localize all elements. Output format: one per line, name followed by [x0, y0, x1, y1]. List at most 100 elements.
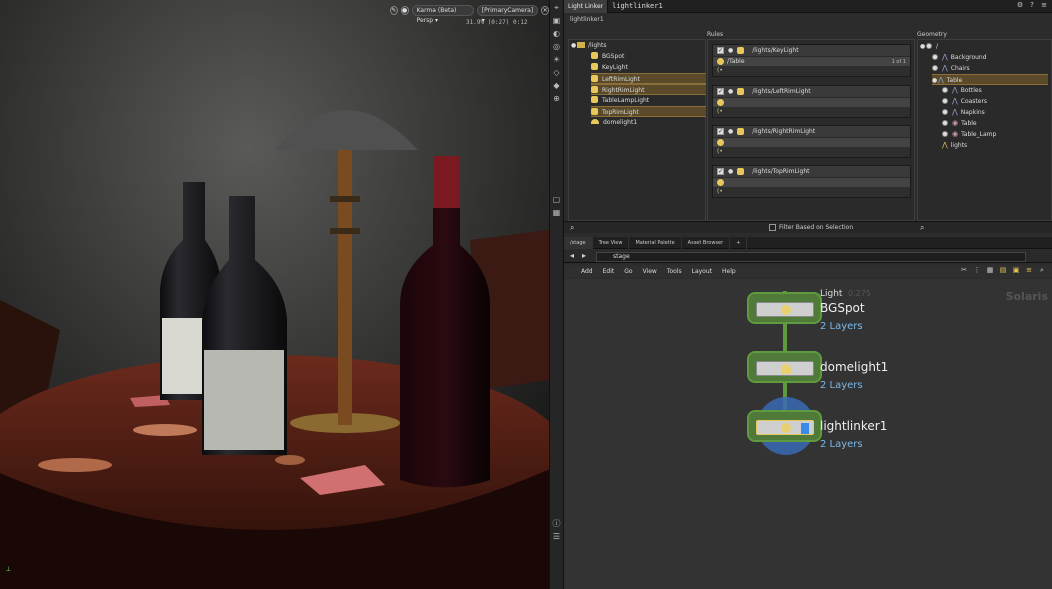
geo-root[interactable]: ● /	[920, 41, 938, 52]
light-item-toprimlight[interactable]: TopRimLight	[591, 106, 706, 117]
filter-option[interactable]: Filter Based on Selection	[769, 224, 853, 231]
add-tab-icon[interactable]: +	[730, 236, 748, 249]
rule-include-row[interactable]	[713, 137, 910, 147]
eye-icon[interactable]	[942, 120, 948, 126]
rule-include-row[interactable]: /Table 1 of 1	[713, 56, 910, 66]
rule-card[interactable]: ✓ ● /lights/TopRimLight (•	[712, 165, 911, 198]
geo-item-lights[interactable]: ⋀ lights	[942, 140, 967, 151]
rule-exclude-row[interactable]: (•	[713, 187, 910, 197]
camera-menu[interactable]: [PrimaryCamera] ▾	[476, 4, 539, 24]
node-domelight1[interactable]	[747, 351, 822, 383]
menu-help[interactable]: Help	[717, 268, 741, 275]
rule-exclude-row[interactable]: (•	[713, 147, 910, 157]
geo-item-bottles[interactable]: ⋀ Bottles	[942, 85, 982, 96]
gear-icon[interactable]: ⚙	[1016, 1, 1024, 10]
node-lightlinker1[interactable]	[747, 410, 822, 442]
camera-icon[interactable]: ◎	[551, 41, 562, 52]
node-bgspot[interactable]	[747, 292, 822, 324]
menu-edit[interactable]: Edit	[598, 268, 620, 275]
display-flag[interactable]	[801, 423, 809, 434]
eye-icon[interactable]	[942, 131, 948, 137]
network-path-field[interactable]: stage	[596, 252, 1026, 262]
select-icon[interactable]: ▢	[551, 194, 562, 205]
rule-include-row[interactable]	[713, 177, 910, 187]
scene-viewport[interactable]: ✎ ● Karma (Beta) Persp ▾ [PrimaryCamera]…	[0, 0, 549, 589]
geo-item-table-mesh[interactable]: ◉ Table	[942, 118, 977, 129]
close-icon[interactable]: ✕	[541, 5, 549, 15]
lights-root[interactable]: ●/lights	[571, 40, 606, 51]
filter-checkbox[interactable]	[769, 224, 776, 231]
rule-card[interactable]: ✓ ● /lights/RightRimLight (•	[712, 125, 911, 158]
rule-exclude-row[interactable]: (•	[713, 107, 910, 117]
flag-icon[interactable]: ▣	[1012, 266, 1020, 275]
menu-tools[interactable]: Tools	[662, 268, 687, 275]
geo-item-coasters[interactable]: ⋀ Coasters	[942, 96, 987, 107]
tree-icon[interactable]: ⋮	[973, 266, 981, 275]
search-icon[interactable]: ⌕	[570, 223, 574, 233]
menu-icon[interactable]: ≡	[1040, 1, 1048, 10]
collapse-icon[interactable]: ●	[728, 86, 733, 97]
light-icon[interactable]: ☀	[551, 54, 562, 65]
light-item-leftrimlight[interactable]: LeftRimLight	[591, 73, 706, 84]
pencil-icon[interactable]: ✎	[390, 5, 398, 15]
geo-item-chairs[interactable]: ⋀ Chairs	[932, 63, 970, 74]
lock-icon[interactable]: ●	[400, 5, 409, 15]
help-icon[interactable]: ?	[1028, 1, 1036, 10]
tab-asset-browser[interactable]: Asset Browser	[682, 236, 731, 249]
forward-icon[interactable]: ▸	[582, 251, 586, 260]
eye-icon[interactable]	[932, 65, 938, 71]
include-icon	[717, 99, 724, 106]
menu-layout[interactable]: Layout	[687, 268, 717, 275]
light-item-tablelamplight[interactable]: TableLampLight	[591, 95, 649, 106]
tab-material-palette[interactable]: Material Palette	[629, 236, 682, 249]
search-icon[interactable]: ⌕	[920, 223, 924, 233]
display-icon[interactable]: ◐	[551, 28, 562, 39]
rule-enable-checkbox[interactable]: ✓	[717, 128, 724, 135]
geo-item-table[interactable]: ●⋀ Table	[932, 74, 1048, 85]
snap-icon[interactable]: ⊕	[551, 93, 562, 104]
rule-exclude-row[interactable]: (•	[713, 66, 910, 76]
geo-item-table-lamp[interactable]: ◉ Table_Lamp	[942, 129, 996, 140]
grid-icon[interactable]: ▦	[551, 207, 562, 218]
collapse-icon[interactable]: ●	[728, 45, 733, 56]
zoom-icon[interactable]: ⌕	[1038, 266, 1046, 275]
tab-tree-view[interactable]: Tree View	[593, 236, 630, 249]
menu-go[interactable]: Go	[619, 268, 637, 275]
light-item-bgspot[interactable]: BGSpot	[591, 51, 624, 62]
light-item-rightrimlight[interactable]: RightRimLight	[591, 84, 706, 95]
wireframe-icon[interactable]: ◇	[551, 67, 562, 78]
collapse-icon[interactable]: ●	[728, 166, 733, 177]
tab-stage[interactable]: /stage	[564, 236, 593, 249]
eye-icon[interactable]	[932, 54, 938, 60]
note-icon[interactable]: ▤	[999, 266, 1007, 275]
geo-item-background[interactable]: ⋀ Background	[932, 52, 987, 63]
geo-item-napkins[interactable]: ⋀ Napkins	[942, 107, 985, 118]
light-linker-tools: ⚙ ? ≡	[1016, 1, 1048, 10]
pin-icon[interactable]: ⌖	[551, 2, 562, 13]
rule-card[interactable]: ✓ ● /lights/LeftRimLight (•	[712, 85, 911, 118]
rule-enable-checkbox[interactable]: ✓	[717, 88, 724, 95]
eye-icon[interactable]	[926, 43, 932, 49]
list-icon[interactable]: ≡	[1025, 266, 1033, 275]
menu-add[interactable]: Add	[576, 268, 598, 275]
menu-view[interactable]: View	[638, 268, 662, 275]
light-item-keylight[interactable]: KeyLight	[591, 62, 628, 73]
grid-icon[interactable]: ▦	[986, 266, 994, 275]
wrench-icon[interactable]: ✂	[960, 266, 968, 275]
back-icon[interactable]: ◂	[570, 251, 574, 260]
eye-icon[interactable]	[942, 109, 948, 115]
shading-icon[interactable]: ◆	[551, 80, 562, 91]
light-item-domelight1[interactable]: domelight1	[591, 117, 637, 128]
rule-include-row[interactable]	[713, 97, 910, 107]
tab-light-linker[interactable]: Light Linker	[564, 0, 609, 13]
collapse-icon[interactable]: ●	[728, 126, 733, 137]
menu-icon[interactable]: ☰	[551, 531, 562, 542]
eye-icon[interactable]	[942, 98, 948, 104]
rule-enable-checkbox[interactable]: ✓	[717, 168, 724, 175]
rule-enable-checkbox[interactable]: ✓	[717, 47, 724, 54]
rule-card[interactable]: ✓ ● /lights/KeyLight /Table 1 of 1 (•	[712, 44, 911, 77]
renderer-menu[interactable]: Karma (Beta) Persp ▾	[411, 4, 474, 24]
eye-icon[interactable]	[942, 87, 948, 93]
lock-icon[interactable]: ▣	[551, 15, 562, 26]
info-icon[interactable]: ⓘ	[551, 518, 562, 529]
